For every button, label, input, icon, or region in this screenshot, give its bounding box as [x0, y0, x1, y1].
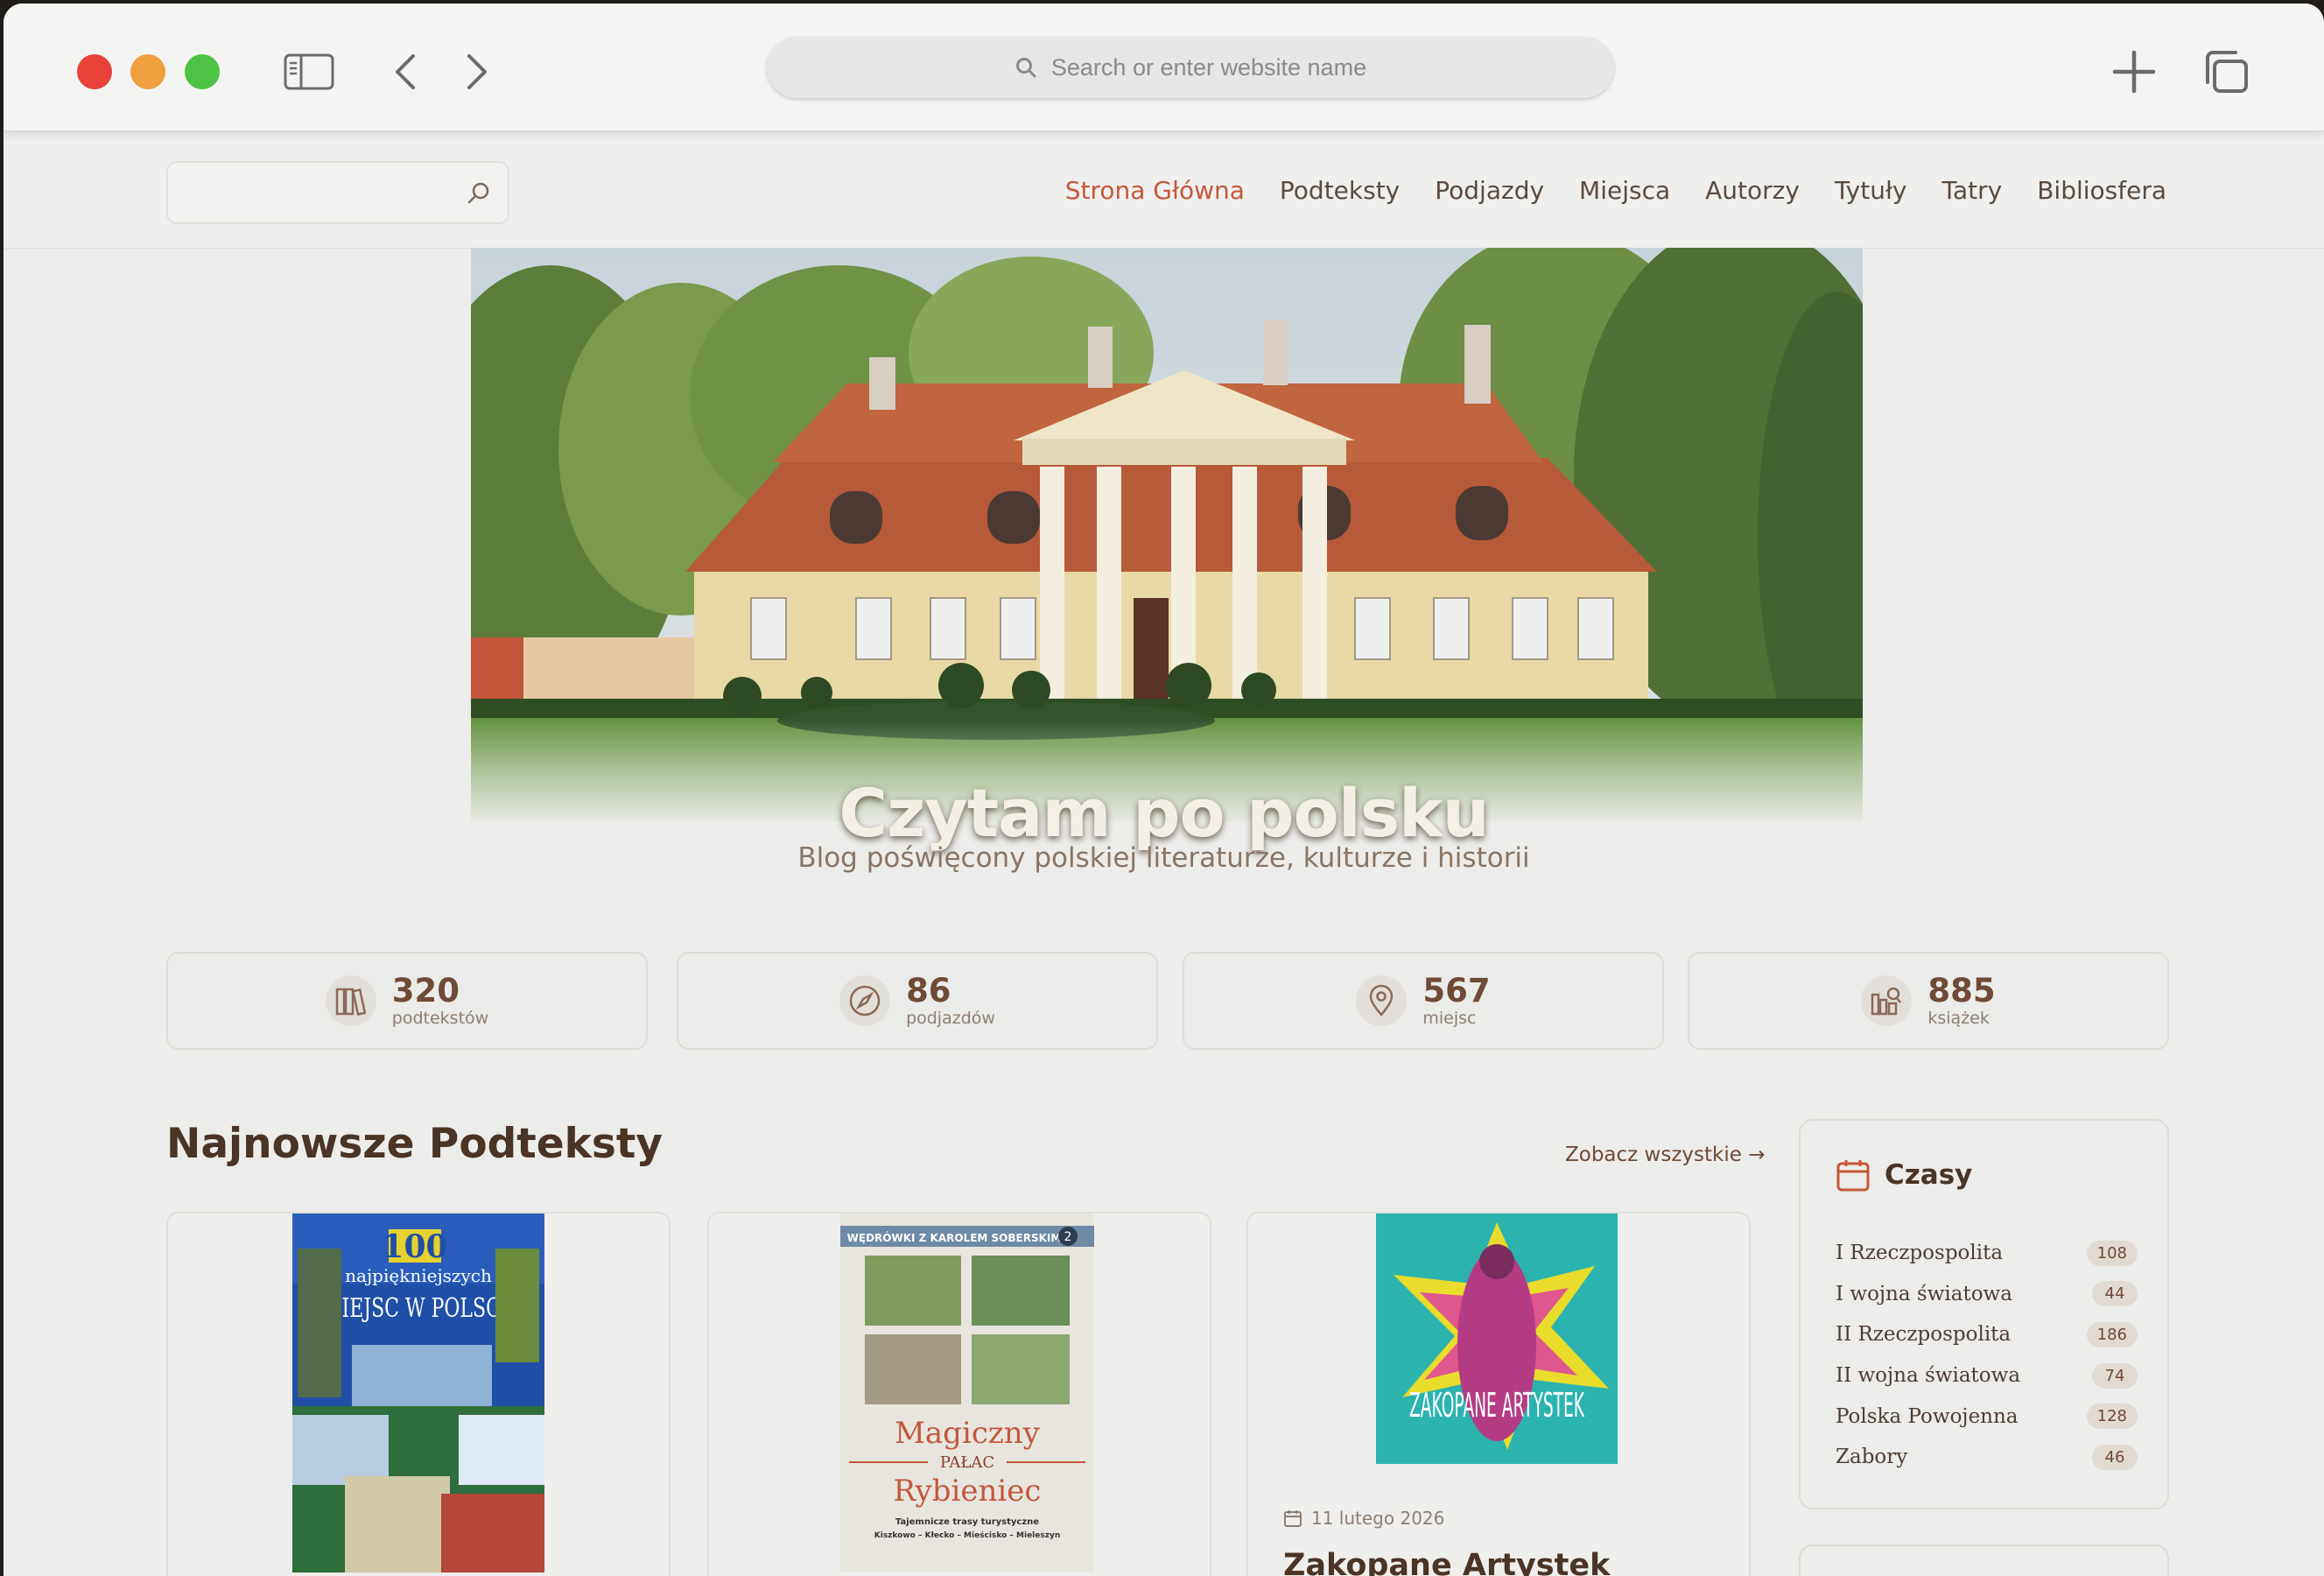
stat-card-miejsca[interactable]: 567 miejsc: [1183, 952, 1664, 1050]
cover-subtitle: Tajemnicze trasy turystyczne: [895, 1517, 1039, 1527]
post-date: 11 lutego 2026: [1283, 1508, 1444, 1529]
era-name: II wojna światowa: [1836, 1364, 2021, 1388]
post-date-text: 11 lutego 2026: [1311, 1508, 1445, 1529]
zoom-window-button[interactable]: [185, 54, 220, 89]
post-card[interactable]: 100 najpiękniejszych MIEJSC W POLSCE: [166, 1212, 671, 1576]
cover-series: WĘDRÓWKI Z KAROLEM SOBERSKIM: [847, 1231, 1062, 1244]
site-search-input[interactable]: [166, 161, 509, 224]
address-bar[interactable]: Search or enter website name: [767, 37, 1614, 98]
hero-subtitle: Blog poświęcony polskiej literaturze, ku…: [797, 842, 1530, 874]
eras-widget-header: Czasy: [1836, 1157, 1972, 1193]
era-item[interactable]: Polska Powojenna 128: [1836, 1396, 2138, 1437]
era-count-badge: 44: [2092, 1281, 2138, 1307]
stat-card-podjazdy[interactable]: 86 podjazdów: [677, 952, 1158, 1050]
book-cover-image: 100 najpiękniejszych MIEJSC W POLSCE: [292, 1214, 544, 1572]
book-cover-image: ZAKOPANE ARTYSTEK: [1376, 1214, 1618, 1464]
cover-series-number: 2: [1064, 1230, 1072, 1244]
era-count-badge: 186: [2086, 1321, 2138, 1347]
stat-card-podteksty[interactable]: 320 podtekstów: [166, 952, 648, 1050]
stat-label: miejsc: [1422, 1008, 1477, 1028]
cover-subtitle: najpiękniejszych: [345, 1265, 492, 1286]
section-title: Najnowsze Podteksty: [166, 1120, 663, 1168]
minimize-window-button[interactable]: [130, 54, 165, 89]
browser-window: Search or enter website name Strona Głów…: [4, 4, 2324, 1576]
nav-strona-glowna[interactable]: Strona Główna: [1065, 176, 1245, 205]
stat-label: książek: [1927, 1008, 1990, 1028]
era-count-badge: 46: [2092, 1444, 2138, 1470]
cover-route: Kiszkowo – Kłecko – Mieścisko – Mieleszy…: [874, 1530, 1060, 1540]
eras-widget: Czasy I Rzeczpospolita 108 I wojna świat…: [1799, 1119, 2169, 1509]
address-bar-placeholder: Search or enter website name: [1050, 53, 1367, 81]
cover-title-line-3: Rybieniec: [894, 1474, 1042, 1509]
calendar-icon: [1836, 1160, 1870, 1192]
era-name: I wojna światowa: [1836, 1282, 2012, 1305]
era-count-badge: 128: [2086, 1404, 2138, 1430]
tab-overview-icon[interactable]: [2202, 49, 2250, 95]
nav-tatry[interactable]: Tatry: [1942, 176, 2003, 205]
sidebar-toggle-icon[interactable]: [284, 53, 334, 90]
cover-title-line-1: Magiczny: [895, 1416, 1041, 1451]
era-item[interactable]: II Rzeczpospolita 186: [1836, 1314, 2138, 1355]
stat-value: 885: [1927, 971, 1996, 1010]
cover-title-line-2: PAŁAC: [940, 1453, 994, 1472]
calendar-icon: [1284, 1510, 1302, 1527]
site-header: Strona Główna Podteksty Podjazdy Miejsca…: [4, 131, 2324, 249]
nav-autorzy[interactable]: Autorzy: [1705, 176, 1800, 205]
hero-title: Czytam po polsku: [839, 774, 1489, 852]
era-name: I Rzeczpospolita: [1836, 1242, 2004, 1265]
era-name: Polska Powojenna: [1836, 1404, 2019, 1428]
see-all-link[interactable]: Zobacz wszystkie →: [1565, 1143, 1765, 1166]
era-item[interactable]: I Rzeczpospolita 108: [1836, 1233, 2138, 1274]
eras-list: I Rzeczpospolita 108 I wojna światowa 44…: [1836, 1233, 2138, 1478]
search-icon[interactable]: [466, 180, 492, 207]
cover-title: MIEJSC W POLSCE: [322, 1293, 515, 1324]
eras-widget-title: Czasy: [1885, 1159, 1973, 1191]
post-title[interactable]: Zakopane Artystek: [1283, 1548, 1610, 1576]
map-pin-icon: [1356, 975, 1408, 1026]
era-count-badge: 108: [2086, 1240, 2138, 1266]
sidebar-widget: [1799, 1544, 2169, 1576]
era-item[interactable]: I wojna światowa 44: [1836, 1274, 2138, 1315]
era-item[interactable]: Zabory 46: [1836, 1437, 2138, 1478]
compass-icon: [839, 975, 891, 1026]
back-arrow-icon[interactable]: [389, 51, 424, 93]
era-count-badge: 74: [2092, 1362, 2138, 1389]
stat-label: podjazdów: [906, 1008, 995, 1028]
books-icon: [325, 975, 376, 1026]
stat-value: 567: [1422, 971, 1491, 1010]
nav-miejsca[interactable]: Miejsca: [1579, 176, 1670, 205]
stat-value: 320: [391, 971, 460, 1010]
library-search-icon: [1861, 975, 1913, 1026]
post-card[interactable]: WĘDRÓWKI Z KAROLEM SOBERSKIM 2 Magiczny …: [707, 1212, 1211, 1576]
nav-podjazdy[interactable]: Podjazdy: [1435, 176, 1544, 205]
stat-value: 86: [906, 971, 951, 1010]
browser-toolbar: Search or enter website name: [4, 4, 2324, 131]
cover-title: ZAKOPANE ARTYSTEK: [1409, 1386, 1585, 1425]
main-navigation: Strona Główna Podteksty Podjazdy Miejsca…: [1065, 131, 2166, 249]
plus-icon[interactable]: [2111, 49, 2157, 95]
nav-bibliosfera[interactable]: Bibliosfera: [2037, 176, 2166, 205]
hero-image: [471, 248, 1863, 822]
era-name: II Rzeczpospolita: [1836, 1323, 2012, 1347]
search-icon: [1015, 58, 1036, 78]
nav-tytuly[interactable]: Tytuły: [1835, 176, 1907, 205]
nav-podteksty[interactable]: Podteksty: [1280, 176, 1400, 205]
cover-number: 100: [382, 1228, 447, 1265]
stat-card-ksiazki[interactable]: 885 książek: [1688, 952, 2169, 1050]
era-item[interactable]: II wojna światowa 74: [1836, 1355, 2138, 1397]
book-cover-image: WĘDRÓWKI Z KAROLEM SOBERSKIM 2 Magiczny …: [840, 1214, 1094, 1572]
close-window-button[interactable]: [77, 54, 112, 89]
forward-arrow-icon[interactable]: [459, 51, 494, 93]
stat-label: podtekstów: [391, 1008, 489, 1028]
era-name: Zabory: [1836, 1446, 1908, 1469]
